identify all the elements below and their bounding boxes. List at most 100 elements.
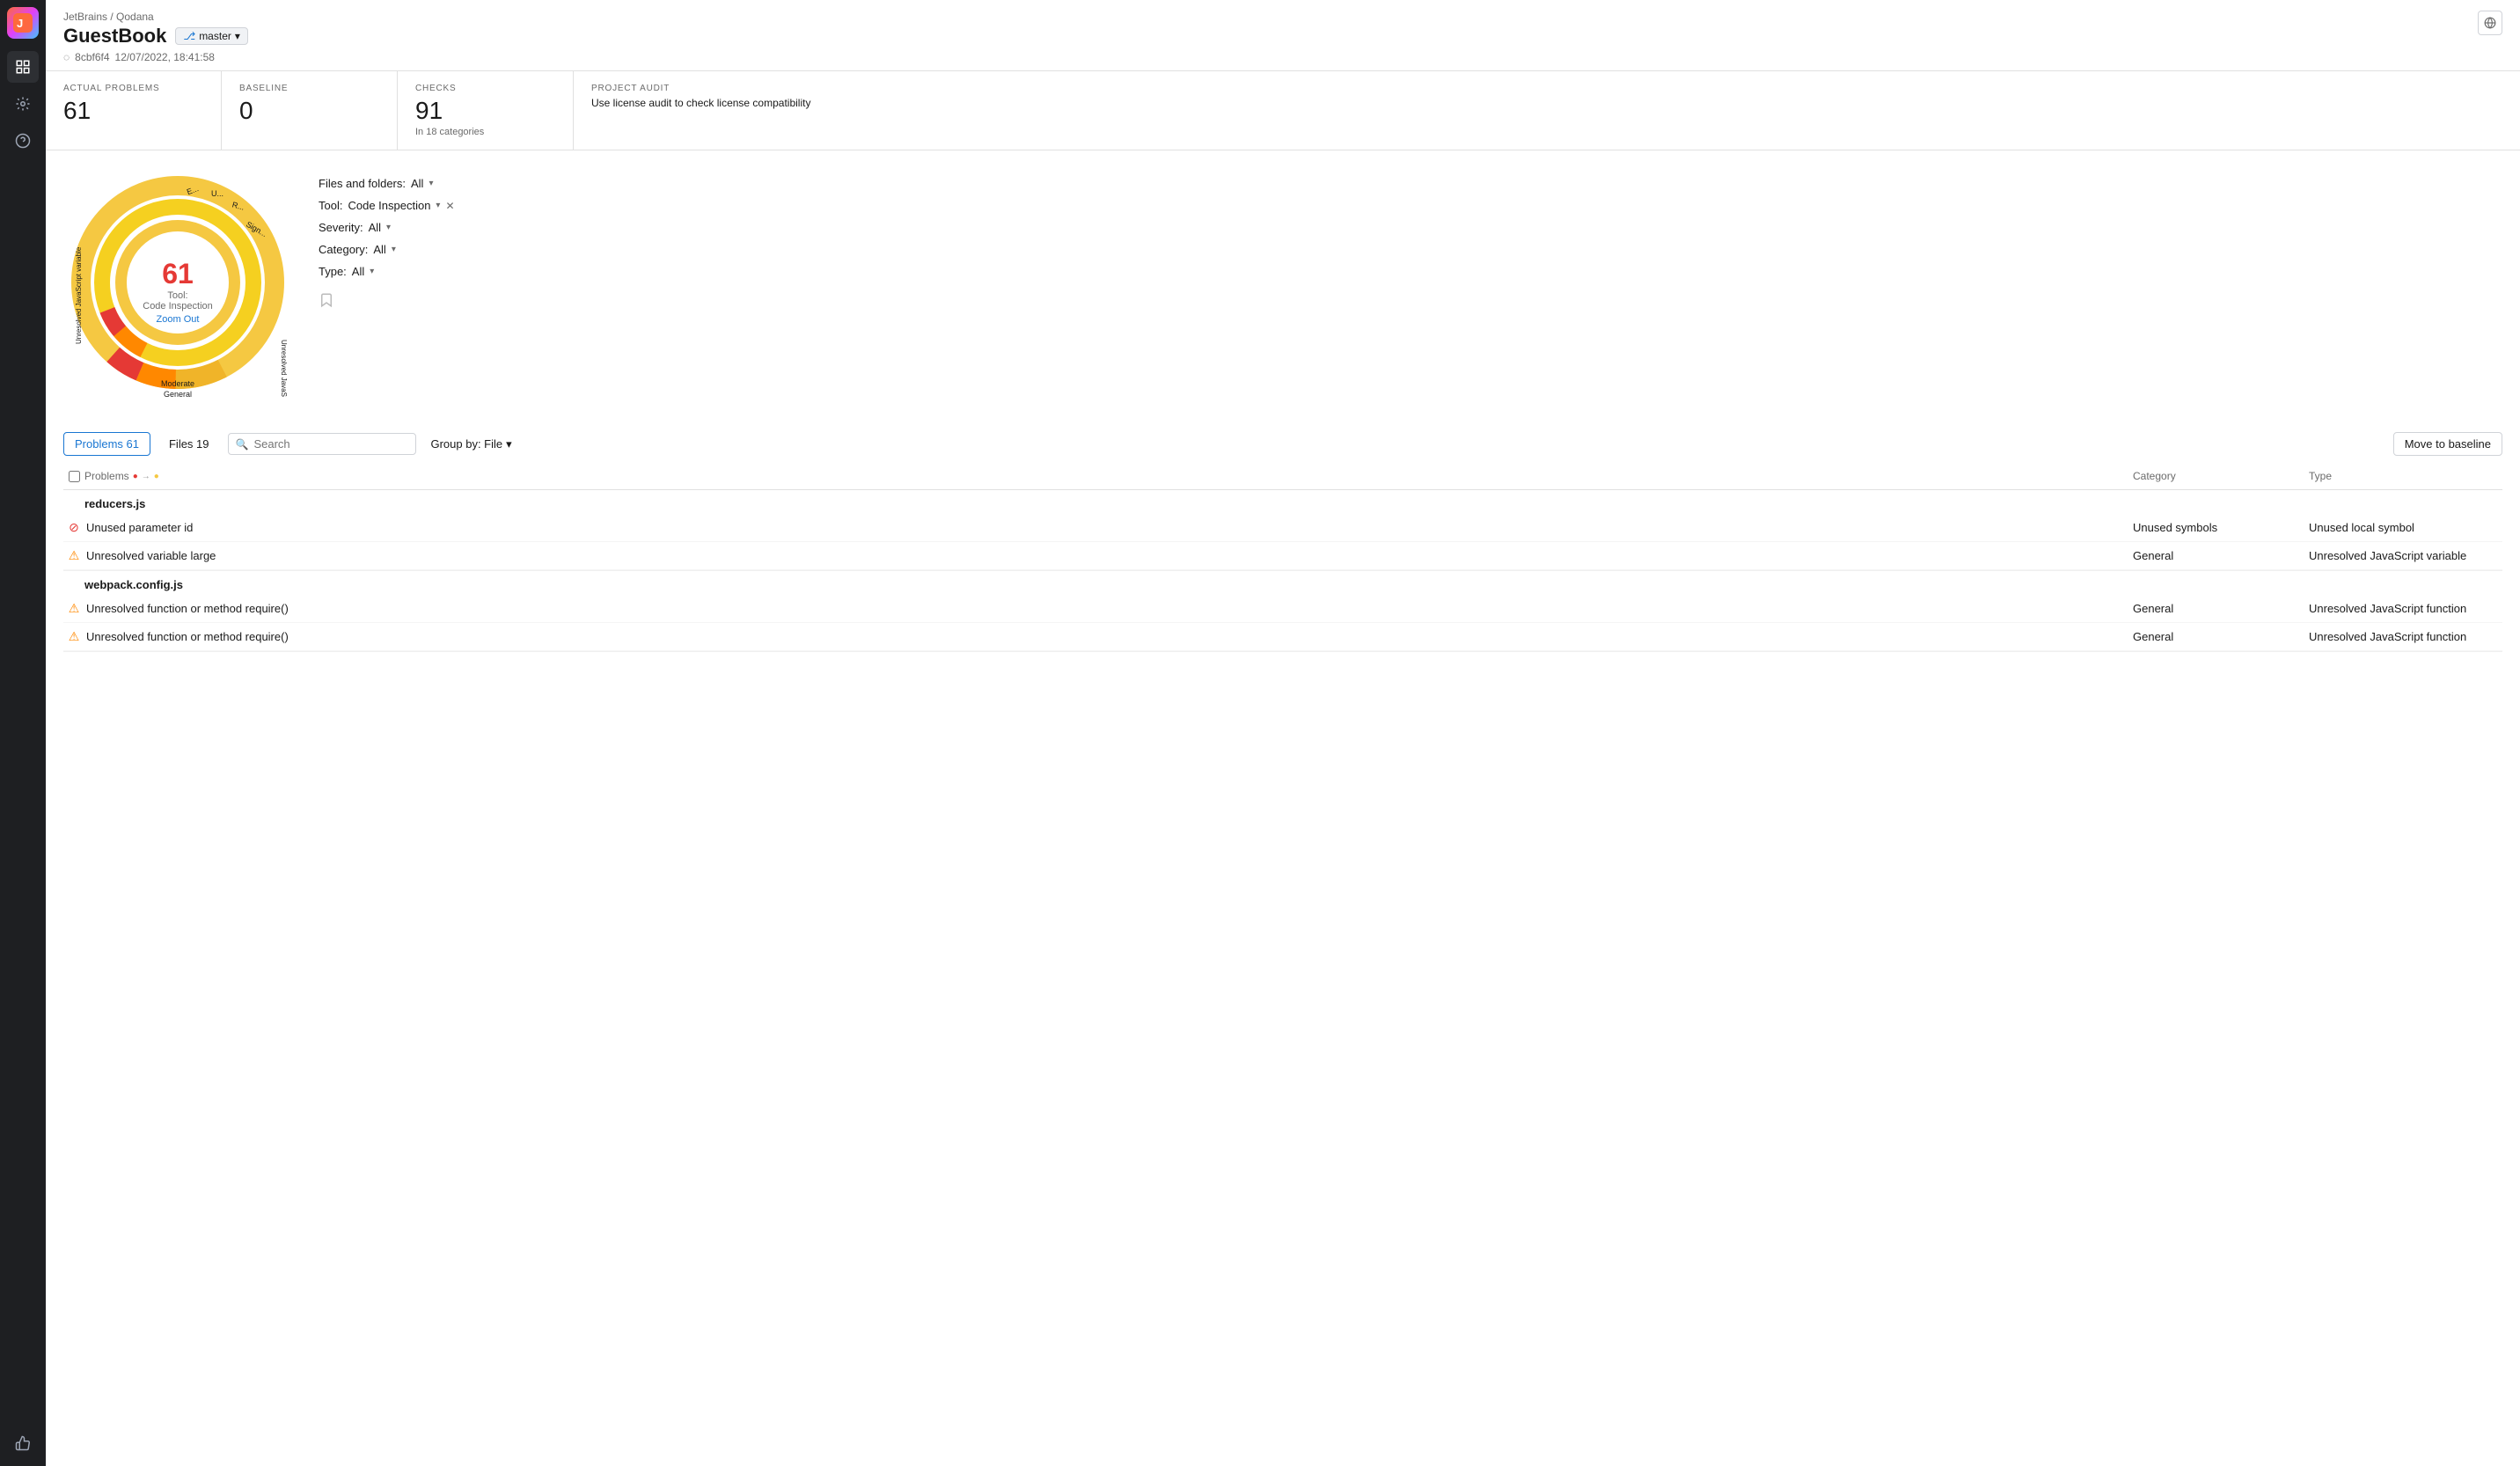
chevron-down-icon-2: ▾ — [436, 201, 440, 210]
globe-button[interactable] — [2478, 11, 2502, 35]
sidebar: J — [0, 0, 46, 1466]
stats-row: ACTUAL PROBLEMS 61 BASELINE 0 CHECKS 91 … — [46, 71, 2520, 150]
group-by-label: Group by: File — [430, 437, 502, 451]
problem-icon: ⚠ — [63, 629, 84, 644]
content-area: E... U... R... Sign... Unresolved JavaSc… — [46, 150, 2520, 1466]
commit-dot-icon: ◌ — [63, 51, 70, 63]
stat-actual-label: ACTUAL PROBLEMS — [63, 84, 203, 93]
group-by-selector[interactable]: Group by: File ▾ — [423, 434, 518, 455]
main-content: JetBrains / Qodana GuestBook ⎇ master ▾ … — [46, 0, 2520, 1466]
problem-name: Unresolved variable large — [84, 549, 2133, 562]
filter-type-label: Type: — [319, 265, 347, 278]
table-row[interactable]: ⚠ Unresolved function or method require(… — [63, 595, 2502, 623]
tab-problems-label: Problems 61 — [75, 437, 139, 451]
sidebar-icon-home[interactable] — [7, 51, 39, 83]
filter-severity-value: All — [369, 221, 381, 234]
problem-type: Unresolved JavaScript variable — [2309, 549, 2502, 562]
filter-files-value: All — [411, 177, 423, 190]
stat-checks-value: 91 — [415, 97, 555, 125]
filter-severity-label: Severity: — [319, 221, 363, 234]
filter-category[interactable]: Category: All ▾ — [319, 243, 455, 256]
problem-category: General — [2133, 549, 2309, 562]
file-group: webpack.config.js ⚠ Unresolved function … — [63, 571, 2502, 652]
svg-text:Moderate: Moderate — [161, 379, 194, 388]
col-category: Category — [2133, 470, 2309, 482]
problem-name: Unresolved function or method require() — [84, 630, 2133, 643]
tab-problems[interactable]: Problems 61 — [63, 432, 150, 456]
sidebar-icon-help[interactable] — [7, 125, 39, 157]
arrow-icon: → — [142, 472, 150, 481]
sidebar-icon-settings[interactable] — [7, 88, 39, 120]
move-to-baseline-button[interactable]: Move to baseline — [2393, 432, 2502, 456]
table-header: Problems ● → ● Category Type — [63, 463, 2502, 490]
search-box[interactable]: 🔍 — [228, 433, 417, 455]
file-name: reducers.js — [63, 490, 2502, 514]
svg-text:Unresolved JavaScript variable: Unresolved JavaScript variable — [75, 246, 83, 344]
chevron-down-icon: ▾ — [429, 179, 433, 188]
filter-severity[interactable]: Severity: All ▾ — [319, 221, 455, 234]
stat-checks-subtitle: In 18 categories — [415, 127, 555, 137]
file-group: reducers.js ⊘ Unused parameter id Unused… — [63, 490, 2502, 571]
dot-yellow-icon: ● — [154, 472, 159, 481]
chevron-down-icon-4: ▾ — [392, 245, 396, 254]
tab-files-label: Files 19 — [169, 437, 209, 451]
col-type: Type — [2309, 470, 2502, 482]
problem-type: Unresolved JavaScript function — [2309, 602, 2502, 615]
problem-name: Unused parameter id — [84, 521, 2133, 534]
donut-chart: E... U... R... Sign... Unresolved JavaSc… — [63, 168, 292, 414]
table-row[interactable]: ⚠ Unresolved function or method require(… — [63, 623, 2502, 651]
problem-groups: reducers.js ⊘ Unused parameter id Unused… — [63, 490, 2502, 652]
col-problems: Problems ● → ● — [84, 470, 2133, 482]
header-actions — [2478, 11, 2502, 35]
commit-info: ◌ 8cbf6f4 12/07/2022, 18:41:58 — [63, 51, 2478, 63]
filter-tool-value: Code Inspection — [348, 199, 430, 212]
problem-category: Unused symbols — [2133, 521, 2309, 534]
select-all-checkbox[interactable] — [69, 471, 80, 482]
bookmark-icon[interactable] — [319, 292, 455, 311]
filter-type[interactable]: Type: All ▾ — [319, 265, 455, 278]
stat-actual-problems: ACTUAL PROBLEMS 61 — [46, 71, 222, 150]
filter-files-folders[interactable]: Files and folders: All ▾ — [319, 177, 455, 190]
problem-icon: ⊘ — [63, 520, 84, 535]
problem-name: Unresolved function or method require() — [84, 602, 2133, 615]
commit-hash: 8cbf6f4 — [75, 51, 109, 63]
header: JetBrains / Qodana GuestBook ⎇ master ▾ … — [46, 0, 2520, 71]
problem-type: Unresolved JavaScript function — [2309, 630, 2502, 643]
stat-audit-label: PROJECT AUDIT — [591, 84, 2502, 93]
branch-selector[interactable]: ⎇ master ▾ — [175, 27, 248, 45]
problem-category: General — [2133, 602, 2309, 615]
problem-icon: ⚠ — [63, 601, 84, 616]
filter-type-value: All — [352, 265, 364, 278]
tab-files[interactable]: Files 19 — [158, 432, 221, 456]
svg-text:General: General — [164, 390, 192, 397]
filter-category-value: All — [373, 243, 385, 256]
chart-label2: Code Inspection — [143, 301, 213, 312]
filter-category-label: Category: — [319, 243, 368, 256]
stat-baseline: BASELINE 0 — [222, 71, 398, 150]
page-title: GuestBook — [63, 25, 166, 48]
chart-problem-count: 61 — [143, 258, 213, 290]
app-logo[interactable]: J — [7, 7, 39, 39]
search-input[interactable] — [253, 437, 408, 451]
sidebar-icon-feedback[interactable] — [7, 1427, 39, 1459]
filter-files-label: Files and folders: — [319, 177, 406, 190]
commit-date: 12/07/2022, 18:41:58 — [115, 51, 215, 63]
problem-type: Unused local symbol — [2309, 521, 2502, 534]
filter-tool[interactable]: Tool: Code Inspection ▾ ✕ — [319, 199, 455, 212]
file-name: webpack.config.js — [63, 571, 2502, 595]
search-icon: 🔍 — [236, 438, 249, 451]
chart-label1: Tool: — [143, 290, 213, 301]
zoom-out-link[interactable]: Zoom Out — [157, 314, 200, 325]
filter-tool-close-icon[interactable]: ✕ — [445, 200, 454, 212]
svg-text:Unresolved JavaScript function: Unresolved JavaScript function — [280, 340, 288, 397]
table-row[interactable]: ⊘ Unused parameter id Unused symbols Unu… — [63, 514, 2502, 542]
branch-name: master — [199, 30, 231, 42]
svg-text:U...: U... — [211, 189, 223, 198]
dot-red-icon: ● — [133, 472, 138, 481]
stat-actual-value: 61 — [63, 97, 203, 125]
table-row[interactable]: ⚠ Unresolved variable large General Unre… — [63, 542, 2502, 570]
chevron-down-icon-3: ▾ — [386, 223, 391, 232]
filter-tool-label: Tool: — [319, 199, 342, 212]
breadcrumb: JetBrains / Qodana — [63, 11, 2478, 23]
stat-project-audit: PROJECT AUDIT Use license audit to check… — [574, 71, 2520, 150]
